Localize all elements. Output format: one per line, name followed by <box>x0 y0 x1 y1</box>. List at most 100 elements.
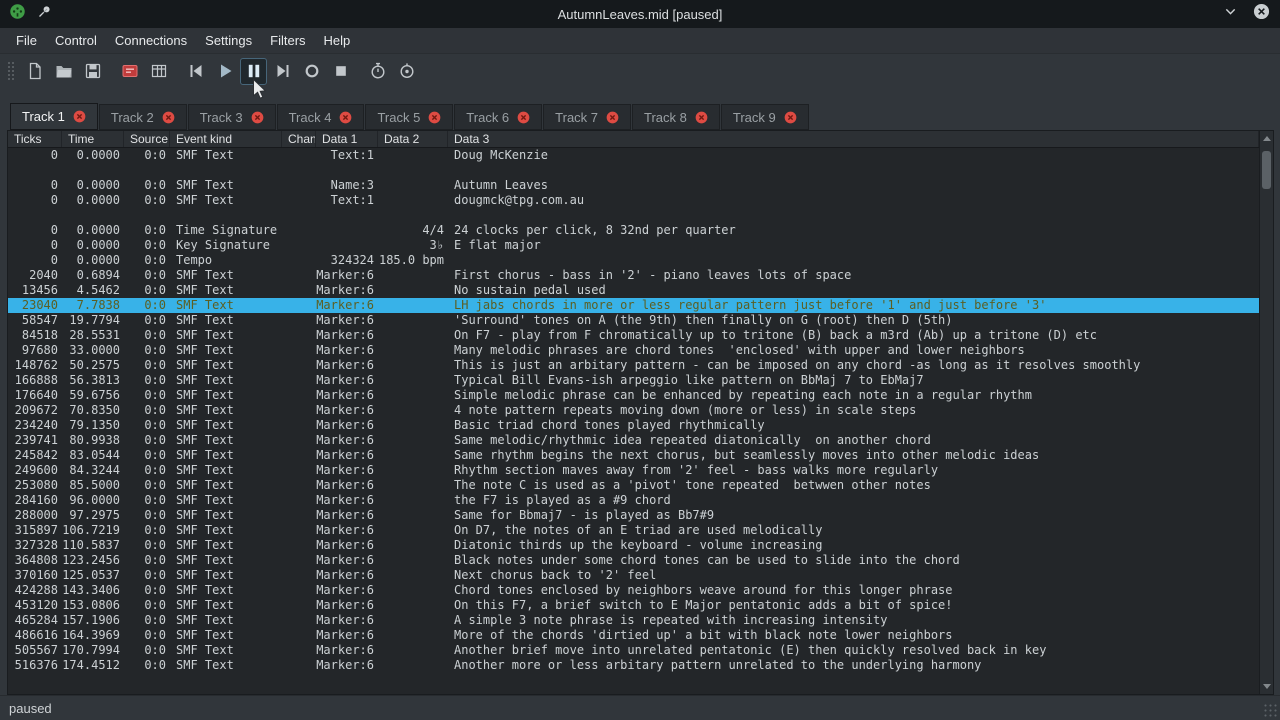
tab-track-4[interactable]: Track 4 <box>277 104 365 130</box>
tab-track-6[interactable]: Track 6 <box>454 104 542 130</box>
table-row[interactable]: 24960084.32440:0SMF TextMarker:6Rhythm s… <box>8 463 1259 478</box>
menu-control[interactable]: Control <box>46 29 106 52</box>
resize-grip[interactable] <box>1264 704 1278 718</box>
table-row[interactable]: 516376174.45120:0SMF TextMarker:6Another… <box>8 658 1259 673</box>
tab-label: Track 8 <box>644 110 687 125</box>
event-list-button[interactable] <box>145 58 172 85</box>
tempo-button[interactable] <box>393 58 420 85</box>
stop-button[interactable] <box>327 58 354 85</box>
table-row[interactable]: 5854719.77940:0SMF TextMarker:6'Surround… <box>8 313 1259 328</box>
new-file-button[interactable] <box>21 58 48 85</box>
table-row[interactable]: 00.00000:0SMF TextText:1dougmck@tpg.com.… <box>8 193 1259 208</box>
table-cell: More of the chords 'dirtied up' a bit wi… <box>448 628 1259 643</box>
table-row[interactable]: 00.00000:0SMF TextText:1Doug McKenzie <box>8 148 1259 163</box>
scrollbar-thumb[interactable] <box>1262 151 1271 189</box>
table-row[interactable]: 17664059.67560:0SMF TextMarker:6Simple m… <box>8 388 1259 403</box>
tab-track-2[interactable]: Track 2 <box>99 104 187 130</box>
tab-track-8[interactable]: Track 8 <box>632 104 720 130</box>
menu-help[interactable]: Help <box>315 29 360 52</box>
tab-track-9[interactable]: Track 9 <box>721 104 809 130</box>
table-row[interactable] <box>8 208 1259 223</box>
tab-close-icon[interactable] <box>251 111 264 124</box>
save-file-button[interactable] <box>79 58 106 85</box>
tab-track-5[interactable]: Track 5 <box>365 104 453 130</box>
scrollbar[interactable] <box>1259 131 1273 694</box>
table-row[interactable]: 8451828.55310:0SMF TextMarker:6On F7 - p… <box>8 328 1259 343</box>
column-header-time[interactable]: Time <box>62 131 124 147</box>
table-row[interactable]: 453120153.08060:0SMF TextMarker:6On this… <box>8 598 1259 613</box>
toolbar-drag-handle[interactable] <box>7 61 14 81</box>
table-row[interactable]: 9768033.00000:0SMF TextMarker:6Many melo… <box>8 343 1259 358</box>
menu-connections[interactable]: Connections <box>106 29 196 52</box>
table-row[interactable]: 370160125.05370:0SMF TextMarker:6Next ch… <box>8 568 1259 583</box>
tab-close-icon[interactable] <box>339 111 352 124</box>
record-button[interactable] <box>298 58 325 85</box>
tab-close-icon[interactable] <box>606 111 619 124</box>
table-row[interactable]: 486616164.39690:0SMF TextMarker:6More of… <box>8 628 1259 643</box>
shade-icon[interactable] <box>1223 4 1238 24</box>
skip-backward-button[interactable] <box>182 58 209 85</box>
tab-track-3[interactable]: Track 3 <box>188 104 276 130</box>
menu-filters[interactable]: Filters <box>261 29 314 52</box>
table-row[interactable]: 16688856.38130:0SMF TextMarker:6Typical … <box>8 373 1259 388</box>
table-row[interactable]: 465284157.19060:0SMF TextMarker:6A simpl… <box>8 613 1259 628</box>
tab-close-icon[interactable] <box>695 111 708 124</box>
record-settings-button[interactable] <box>116 58 143 85</box>
table-cell: 0:0 <box>124 388 170 403</box>
table-cell <box>378 658 448 673</box>
table-row[interactable]: 20400.68940:0SMF TextMarker:6First choru… <box>8 268 1259 283</box>
table-cell: Marker:6 <box>316 568 378 583</box>
column-header-event-kind[interactable]: Event kind <box>170 131 282 147</box>
column-header-data-3[interactable]: Data 3 <box>448 131 1259 147</box>
table-row[interactable]: 24584283.05440:0SMF TextMarker:6Same rhy… <box>8 448 1259 463</box>
column-header-source[interactable]: Source <box>124 131 170 147</box>
table-row[interactable]: 00.00000:0Time Signature4/424 clocks per… <box>8 223 1259 238</box>
table-cell: 0.0000 <box>62 193 124 208</box>
column-header-data-1[interactable]: Data 1 <box>316 131 378 147</box>
table-row[interactable]: 315897106.72190:0SMF TextMarker:6On D7, … <box>8 523 1259 538</box>
table-row[interactable]: 230407.78380:0SMF TextMarker:6LH jabs ch… <box>8 298 1259 313</box>
table-row[interactable]: 28800097.29750:0SMF TextMarker:6Same for… <box>8 508 1259 523</box>
close-icon[interactable] <box>1253 3 1270 25</box>
table-row[interactable]: 20967270.83500:0SMF TextMarker:64 note p… <box>8 403 1259 418</box>
table-row[interactable]: 00.00000:0Key Signature3♭E flat major <box>8 238 1259 253</box>
scrollbar-up-arrow[interactable] <box>1260 132 1273 145</box>
play-button[interactable] <box>211 58 238 85</box>
tab-close-icon[interactable] <box>517 111 530 124</box>
table-row[interactable]: 00.00000:0SMF TextName:3Autumn Leaves <box>8 178 1259 193</box>
timer-button[interactable] <box>364 58 391 85</box>
table-row[interactable]: 00.00000:0Tempo324324185.0 bpm <box>8 253 1259 268</box>
table-row[interactable]: 23424079.13500:0SMF TextMarker:6Basic tr… <box>8 418 1259 433</box>
scrollbar-down-arrow[interactable] <box>1260 680 1273 693</box>
skip-forward-button[interactable] <box>269 58 296 85</box>
table-cell: 0:0 <box>124 598 170 613</box>
table-row[interactable]: 364808123.24560:0SMF TextMarker:6Black n… <box>8 553 1259 568</box>
menu-file[interactable]: File <box>7 29 46 52</box>
table-row[interactable]: 23974180.99380:0SMF TextMarker:6Same mel… <box>8 433 1259 448</box>
table-row[interactable]: 327328110.58370:0SMF TextMarker:6Diatoni… <box>8 538 1259 553</box>
tab-close-icon[interactable] <box>73 110 86 123</box>
open-file-button[interactable] <box>50 58 77 85</box>
menu-settings[interactable]: Settings <box>196 29 261 52</box>
table-row[interactable]: 25308085.50000:0SMF TextMarker:6The note… <box>8 478 1259 493</box>
table-cell: SMF Text <box>170 358 282 373</box>
table-cell: 3♭ <box>378 238 448 253</box>
table-row[interactable]: 134564.54620:0SMF TextMarker:6No sustain… <box>8 283 1259 298</box>
table-row[interactable]: 424288143.34060:0SMF TextMarker:6Chord t… <box>8 583 1259 598</box>
tab-track-1[interactable]: Track 1 <box>10 103 98 130</box>
tab-track-7[interactable]: Track 7 <box>543 104 631 130</box>
table-row[interactable]: 14876250.25750:0SMF TextMarker:6This is … <box>8 358 1259 373</box>
tab-close-icon[interactable] <box>784 111 797 124</box>
column-header-ticks[interactable]: Ticks <box>8 131 62 147</box>
table-cell: Tempo <box>170 253 282 268</box>
tab-close-icon[interactable] <box>428 111 441 124</box>
table-row[interactable]: 28416096.00000:0SMF TextMarker:6the F7 i… <box>8 493 1259 508</box>
pause-button[interactable] <box>240 58 267 85</box>
column-header-chan[interactable]: Chan <box>282 131 316 147</box>
table-row[interactable]: 505567170.79940:0SMF TextMarker:6Another… <box>8 643 1259 658</box>
table-row[interactable] <box>8 163 1259 178</box>
tab-close-icon[interactable] <box>162 111 175 124</box>
pin-icon[interactable] <box>37 4 52 24</box>
table-cell <box>8 208 62 223</box>
column-header-data-2[interactable]: Data 2 <box>378 131 448 147</box>
